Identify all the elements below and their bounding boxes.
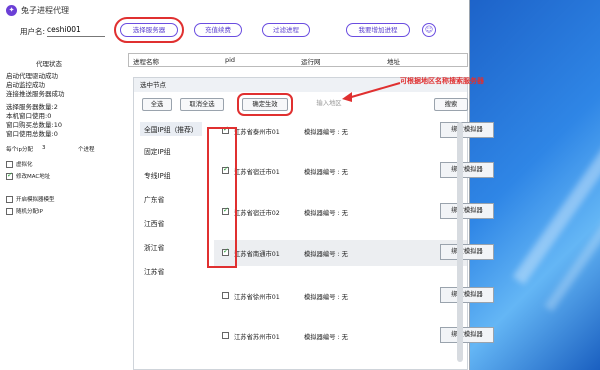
username-label: 用户名: (20, 27, 46, 36)
region-item[interactable]: 固定IP组 (144, 146, 171, 156)
desktop-background: ⌃ (470, 0, 600, 370)
option-label: 随机分配IP (16, 209, 43, 215)
highlight-checkbox-column (207, 127, 237, 268)
status-sidebar: 代理状态 启动代理驱动成功 启动监控成功 连接推送服务器成功 选择服务器数量:2… (0, 48, 125, 370)
server-name: 江苏省徐州市01 (234, 294, 280, 301)
checkbox[interactable] (6, 171, 13, 180)
checkbox[interactable] (6, 161, 13, 168)
column-header: 地址 (387, 58, 400, 66)
option-virtualize[interactable]: 虚拟化 (6, 160, 33, 168)
region-item[interactable]: 专线IP组 (144, 170, 171, 180)
add-process-button[interactable]: 我要增加进程 (346, 23, 410, 37)
option-label: 修改MAC地址 (16, 174, 51, 180)
option-random-ip[interactable]: 随机分配IP (6, 207, 43, 215)
column-header: pid (225, 56, 236, 64)
bind-emulator-button[interactable]: 绑定模拟器 (440, 244, 494, 260)
emulator-number: 模拟器编号 : 无 (304, 210, 348, 217)
server-row[interactable]: 江苏省宿迁市01 模拟器编号 : 无 绑定模拟器 (214, 158, 494, 184)
cancel-select-all-button[interactable]: 取消全选 (180, 98, 224, 111)
per-ip-label: 每个ip分配 (6, 147, 34, 153)
option-label: 开启模拟器模型 (16, 197, 55, 203)
app-window: ✦ 兔子进程代理 用户名: 选择服务器 充值续费 过滤进程 我要增加进程 ☺ 代… (0, 0, 494, 370)
top-toolbar: 用户名: 选择服务器 充值续费 过滤进程 我要增加进程 ☺ (0, 17, 470, 44)
window-title: 兔子进程代理 (21, 5, 69, 15)
server-row[interactable]: 江苏省泰州市01 模拟器编号 : 无 绑定模拟器 (214, 118, 494, 144)
checkbox[interactable] (6, 196, 13, 203)
filter-process-button[interactable]: 过滤进程 (262, 23, 310, 37)
server-name: 江苏省南通市01 (234, 251, 280, 258)
server-row[interactable]: 江苏省宿迁市02 模拟器编号 : 无 绑定模拟器 (214, 199, 494, 225)
process-table-header: 进程名称 pid 运行网 地址 (128, 53, 468, 67)
per-ip-unit: 个进程 (78, 147, 95, 153)
bind-emulator-button[interactable]: 绑定模拟器 (440, 122, 494, 138)
bind-emulator-button[interactable]: 绑定模拟器 (440, 327, 494, 343)
select-server-button[interactable]: 选择服务器 (114, 17, 184, 43)
recharge-button[interactable]: 充值续费 (194, 23, 242, 37)
per-ip-value[interactable]: 3 (42, 145, 46, 151)
option-emulator-model[interactable]: 开启模拟器模型 (6, 195, 55, 203)
emulator-number: 模拟器编号 : 无 (304, 169, 348, 176)
region-item[interactable]: 江西省 (144, 218, 164, 228)
emulator-number: 模拟器编号 : 无 (304, 129, 348, 136)
vertical-scrollbar[interactable] (457, 122, 463, 362)
option-label: 虚拟化 (16, 162, 33, 168)
confirm-apply-button[interactable]: 确定生效 (237, 93, 293, 116)
bind-emulator-button[interactable]: 绑定模拟器 (440, 287, 494, 303)
region-item[interactable]: 广东省 (144, 194, 164, 204)
search-button[interactable]: 搜索 (434, 98, 468, 111)
server-row[interactable]: 江苏省南通市01 模拟器编号 : 无 绑定模拟器 (214, 240, 494, 266)
server-name: 江苏省泰州市01 (234, 129, 280, 136)
region-item[interactable]: 全国IP组（推荐） (140, 122, 202, 136)
username-field[interactable] (47, 23, 105, 37)
node-select-panel: 选中节点 全选 取消全选 确定生效 输入地区 搜索 全国IP组（推荐） 固定IP… (133, 77, 494, 370)
status-line: 连接推送服务器成功 (6, 90, 65, 98)
column-header: 进程名称 (133, 58, 159, 66)
emulator-number: 模拟器编号 : 无 (304, 294, 348, 301)
server-row[interactable]: 江苏省徐州市01 模拟器编号 : 无 绑定模拟器 (214, 283, 494, 309)
stat-line: 窗口使用总数量:0 (6, 130, 58, 138)
emulator-number: 模拟器编号 : 无 (304, 251, 348, 258)
bind-emulator-button[interactable]: 绑定模拟器 (440, 203, 494, 219)
server-row[interactable]: 江苏省苏州市01 模拟器编号 : 无 绑定模拟器 (214, 323, 494, 349)
annotation-arrow-icon (342, 82, 401, 102)
option-change-mac[interactable]: 修改MAC地址 (6, 171, 51, 180)
user-avatar-icon[interactable]: ☺ (422, 23, 436, 37)
region-item[interactable]: 江苏省 (144, 266, 164, 276)
checkbox[interactable] (6, 208, 13, 215)
region-item[interactable]: 浙江省 (144, 242, 164, 252)
server-name: 江苏省宿迁市02 (234, 210, 280, 217)
annotation-text: 可根据地区名称搜索服务器 (400, 77, 484, 85)
server-name: 江苏省宿迁市01 (234, 169, 280, 176)
select-all-button[interactable]: 全选 (142, 98, 172, 111)
emulator-number: 模拟器编号 : 无 (304, 334, 348, 341)
bind-emulator-button[interactable]: 绑定模拟器 (440, 162, 494, 178)
server-checkbox[interactable] (222, 292, 229, 299)
title-bar: ✦ 兔子进程代理 (0, 0, 469, 20)
column-header: 运行网 (301, 58, 321, 66)
server-name: 江苏省苏州市01 (234, 334, 280, 341)
status-heading: 代理状态 (36, 60, 62, 68)
app-logo-icon: ✦ (6, 4, 17, 16)
server-checkbox[interactable] (222, 332, 229, 339)
